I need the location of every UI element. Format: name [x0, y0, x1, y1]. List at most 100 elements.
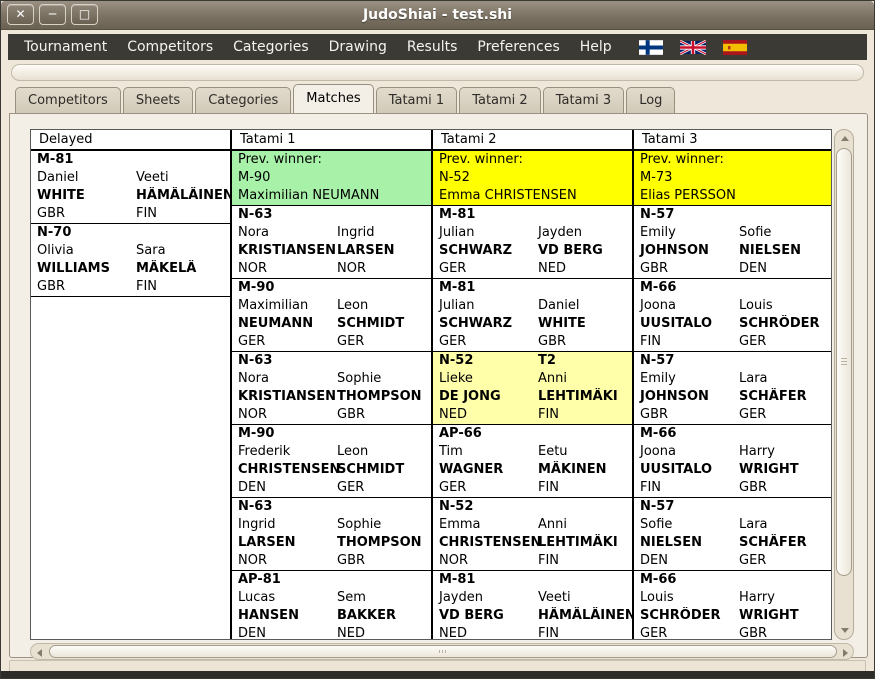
match-block[interactable]: N-52T2LiekeAnniDE JONGLEHTIMÄKINEDFIN [433, 352, 632, 425]
match-block[interactable]: M-66JoonaLouisUUSITALOSCHRÖDERFINGER [634, 279, 832, 352]
blue-last-name: BAKKER [337, 607, 396, 625]
match-line: NORFIN [433, 552, 632, 570]
blue-last-name: SCHÄFER [739, 534, 807, 552]
match-block[interactable]: M-81JulianDanielSCHWARZWHITEGERGBR [433, 279, 632, 352]
match-block[interactable]: N-57EmilyLaraJOHNSONSCHÄFERGBRGER [634, 352, 832, 425]
match-line: DENGER [634, 552, 832, 570]
match-block[interactable]: M-81JulianJaydenSCHWARZVD BERGGERNED [433, 206, 632, 279]
match-line: N-52T2 [433, 352, 632, 370]
finland-flag-icon[interactable] [639, 40, 663, 55]
scroll-up-arrow-icon[interactable] [841, 136, 849, 141]
match-block[interactable]: N-57EmilySofieJOHNSONNIELSENGBRDEN [634, 206, 832, 279]
match-block[interactable]: M-81JaydenVeetiVD BERGHÄMÄLÄINENNEDFIN [433, 571, 632, 639]
match-block[interactable]: AP-66TimEetuWAGNERMÄKINENGERFIN [433, 425, 632, 498]
match-line: HANSENBAKKER [232, 607, 431, 625]
match-line: JulianDaniel [433, 297, 632, 315]
horizontal-scrollbar-thumb[interactable] [49, 645, 837, 658]
match-block[interactable]: N-52EmmaAnniCHRISTENSENLEHTIMÄKINORFIN [433, 498, 632, 571]
blue-first-name: Sofie [739, 224, 771, 242]
match-line: FINGBR [634, 479, 832, 497]
match-block[interactable]: M-66LouisHarrySCHRÖDERWRIGHTGERGBR [634, 571, 832, 639]
white-last-name: SCHRÖDER [640, 607, 739, 625]
white-country: NOR [439, 552, 538, 570]
white-country: FIN [640, 479, 739, 497]
prev-winner-category: M-90 [232, 169, 431, 187]
close-button[interactable]: ✕ [7, 4, 34, 25]
menu-competitors[interactable]: Competitors [117, 34, 223, 60]
match-category: M-66 [640, 571, 739, 589]
titlebar[interactable]: ✕ ─ □ JudoShiai - test.shi [1, 1, 874, 30]
scrollbar-grip-icon [841, 358, 847, 367]
white-last-name: HANSEN [238, 607, 337, 625]
tab-tatami-1[interactable]: Tatami 1 [376, 87, 458, 113]
match-line: VD BERGHÄMÄLÄINEN [433, 607, 632, 625]
white-last-name: WHITE [37, 187, 136, 205]
match-line: LouisHarry [634, 589, 832, 607]
match-block[interactable]: N-63IngridSophieLARSENTHOMPSONNORGBR [232, 498, 431, 571]
match-line: WHITEHÄMÄLÄINEN [31, 187, 230, 205]
match-line: GERGBR [634, 625, 832, 639]
scroll-right-arrow-icon[interactable] [843, 649, 848, 657]
match-line: DE JONGLEHTIMÄKI [433, 388, 632, 406]
match-block[interactable]: M-66JoonaHarryUUSITALOWRIGHTFINGBR [634, 425, 832, 498]
menu-preferences[interactable]: Preferences [467, 34, 569, 60]
blue-last-name: HÄMÄLÄINEN [538, 607, 632, 625]
horizontal-scrollbar[interactable] [30, 643, 854, 660]
match-line: UUSITALOWRIGHT [634, 461, 832, 479]
white-first-name: Louis [640, 589, 739, 607]
white-country: NED [439, 406, 538, 424]
match-category: M-90 [238, 279, 337, 297]
match-line: NEDFIN [433, 625, 632, 639]
tab-competitors[interactable]: Competitors [15, 87, 121, 113]
match-block[interactable]: M-90MaximilianLeonNEUMANNSCHMIDTGERGER [232, 279, 431, 352]
blue-first-name: Anni [538, 370, 567, 388]
board-column-tatami-3: Tatami 3 Prev. winner:M-73Elias PERSSONN… [632, 130, 832, 639]
match-block[interactable]: AP-81LucasSemHANSENBAKKERDENNED [232, 571, 431, 639]
blue-last-name: SCHÄFER [739, 388, 807, 406]
prev-winner-name: Emma CHRISTENSEN [433, 187, 632, 205]
white-last-name: CHRISTENSEN [238, 461, 337, 479]
blue-last-name: LARSEN [337, 242, 394, 260]
match-block[interactable]: N-70OliviaSaraWILLIAMSMÄKELÄGBRFIN [31, 224, 230, 297]
match-block[interactable]: M-81DanielVeetiWHITEHÄMÄLÄINENGBRFIN [31, 151, 230, 224]
match-line: NORGBR [232, 552, 431, 570]
uk-flag-icon[interactable] [680, 40, 706, 55]
scroll-down-arrow-icon[interactable] [841, 628, 849, 633]
window-title: JudoShiai - test.shi [1, 1, 874, 30]
tab-log[interactable]: Log [626, 87, 675, 113]
menu-results[interactable]: Results [397, 34, 468, 60]
match-block[interactable]: M-90FrederikLeonCHRISTENSENSCHMIDTDENGER [232, 425, 431, 498]
match-line: TimEetu [433, 443, 632, 461]
menu-tournament[interactable]: Tournament [14, 34, 117, 60]
blue-country: FIN [538, 406, 559, 424]
match-line: SCHWARZVD BERG [433, 242, 632, 260]
match-category: M-81 [439, 571, 538, 589]
tab-tatami-3[interactable]: Tatami 3 [543, 87, 625, 113]
match-board: Delayed M-81DanielVeetiWHITEHÄMÄLÄINENGB… [30, 129, 832, 640]
menu-help[interactable]: Help [570, 34, 622, 60]
tab-categories[interactable]: Categories [195, 87, 291, 113]
match-block[interactable]: N-63NoraSophieKRISTIANSENTHOMPSONNORGBR [232, 352, 431, 425]
white-country: GER [439, 333, 538, 351]
match-line: N-70 [31, 224, 230, 242]
menu-drawing[interactable]: Drawing [319, 34, 397, 60]
tab-matches[interactable]: Matches [293, 84, 373, 113]
vertical-scrollbar-thumb[interactable] [836, 148, 852, 576]
vertical-scrollbar[interactable] [834, 129, 854, 640]
white-country: FIN [640, 333, 739, 351]
blue-country: GBR [538, 333, 566, 351]
match-block[interactable]: N-57SofieLaraNIELSENSCHÄFERDENGER [634, 498, 832, 571]
board-column-body: Prev. winner:M-73Elias PERSSONN-57EmilyS… [634, 151, 832, 639]
minimize-button[interactable]: ─ [39, 4, 66, 25]
spain-flag-icon[interactable] [723, 40, 747, 55]
white-last-name: VD BERG [439, 607, 538, 625]
tab-tatami-2[interactable]: Tatami 2 [459, 87, 541, 113]
minimize-icon: ─ [49, 7, 56, 21]
board-column-tatami-1: Tatami 1 Prev. winner:M-90Maximilian NEU… [230, 130, 431, 639]
scroll-left-arrow-icon[interactable] [37, 649, 42, 657]
tab-sheets[interactable]: Sheets [123, 87, 193, 113]
match-block[interactable]: N-63NoraIngridKRISTIANSENLARSENNORNOR [232, 206, 431, 279]
blue-last-name: SCHMIDT [337, 461, 404, 479]
menu-categories[interactable]: Categories [223, 34, 318, 60]
maximize-button[interactable]: □ [71, 4, 98, 25]
